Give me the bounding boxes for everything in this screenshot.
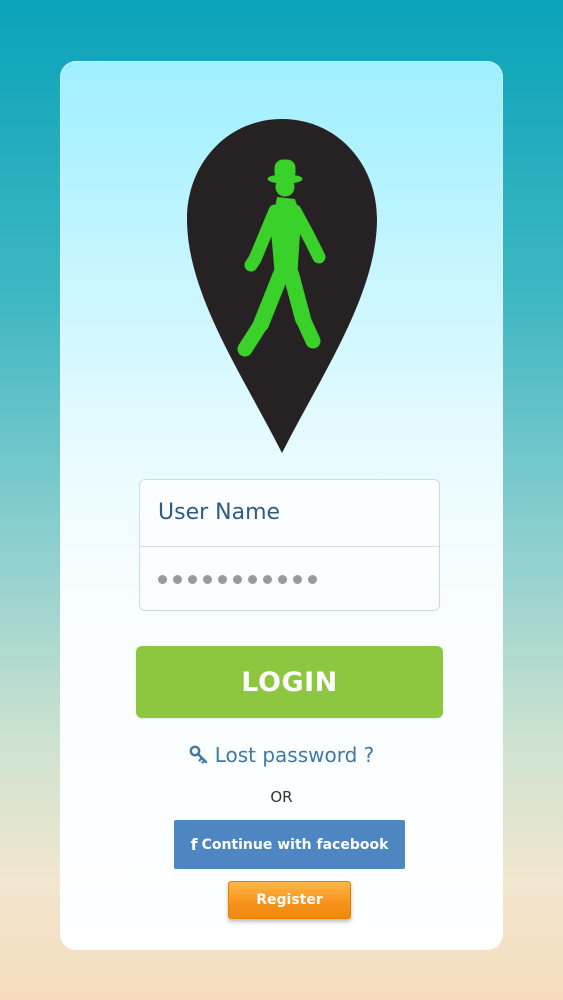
- facebook-button-label: Continue with facebook: [201, 836, 389, 853]
- password-mask-dot: [233, 574, 242, 584]
- walking-man-location-pin-icon: [187, 119, 377, 453]
- password-mask-dot: [218, 574, 227, 584]
- password-mask-dot: [203, 574, 212, 584]
- lost-password-label: Lost password ?: [214, 743, 375, 767]
- password-mask-dot: [158, 574, 167, 584]
- password-mask-dot: [278, 574, 287, 584]
- login-card: LOGIN Lost password ? OR f Continue with…: [60, 61, 503, 950]
- credentials-group: [139, 479, 440, 611]
- continue-with-facebook-button[interactable]: f Continue with facebook: [174, 820, 405, 869]
- or-divider-text: OR: [270, 788, 293, 806]
- username-input[interactable]: [158, 480, 439, 545]
- password-mask-dot: [188, 574, 197, 584]
- facebook-icon: f: [190, 835, 198, 854]
- register-button[interactable]: Register: [228, 881, 351, 919]
- username-row: [140, 480, 439, 545]
- password-input[interactable]: [158, 547, 317, 611]
- password-mask-dot: [263, 574, 272, 584]
- password-mask-dot: [308, 574, 317, 584]
- password-mask-dot: [173, 574, 182, 584]
- password-row[interactable]: [140, 546, 439, 611]
- password-mask-dot: [248, 574, 257, 584]
- password-mask-dot: [293, 574, 302, 584]
- lost-password-link[interactable]: Lost password ?: [60, 741, 503, 769]
- key-icon: [189, 745, 207, 764]
- login-button[interactable]: LOGIN: [136, 646, 443, 718]
